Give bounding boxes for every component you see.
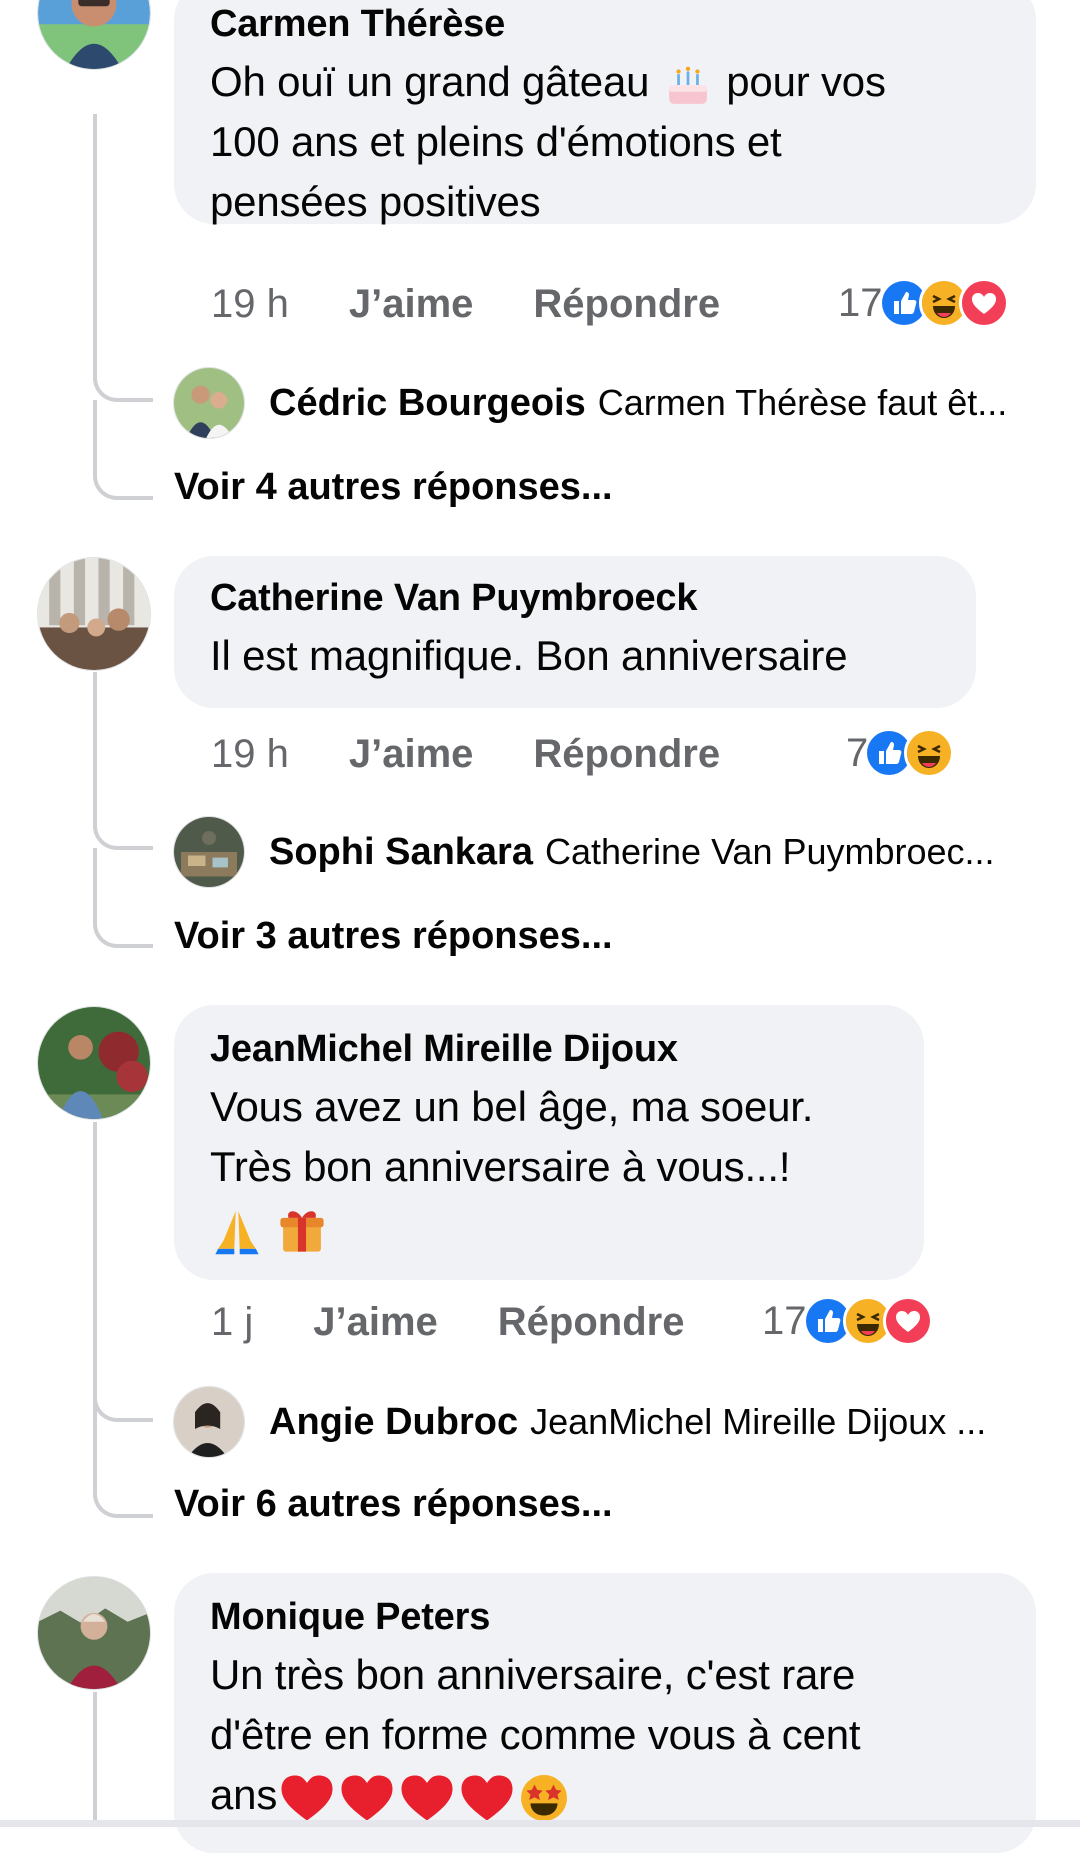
reply-button[interactable]: Répondre	[533, 282, 720, 327]
comment-text-line: Très bon anniversaire à vous...!	[210, 1143, 791, 1190]
reply-button[interactable]: Répondre	[533, 732, 720, 777]
reaction-count: 17	[762, 1298, 807, 1343]
reply-avatar[interactable]	[173, 816, 245, 888]
reply-text: JeanMichel Mireille Dijoux ...	[530, 1401, 987, 1442]
red-heart-icon	[277, 1771, 337, 1825]
comment-text-line: ans	[210, 1771, 278, 1818]
reply-author[interactable]: Angie Dubroc	[269, 1401, 518, 1444]
like-button[interactable]: J’aime	[313, 1300, 438, 1345]
view-more-replies[interactable]: Voir 4 autres réponses...	[174, 466, 613, 509]
red-heart-icon	[397, 1771, 457, 1825]
comment-text: Oh ouï un grand gâteau pour vos 100 ans …	[210, 52, 1000, 232]
comment-meta: 19 h J’aime Répondre	[211, 726, 720, 782]
bottom-edge	[0, 1820, 1080, 1827]
comment-bubble: Monique Peters Un très bon anniversaire,…	[174, 1573, 1036, 1853]
reply-text: Catherine Van Puymbroec...	[544, 831, 995, 872]
comment-text: Un très bon anniversaire, c'est rare d'ê…	[210, 1645, 1000, 1825]
reaction-summary[interactable]: 17	[762, 1296, 933, 1346]
reaction-summary[interactable]: 7	[846, 728, 955, 778]
thread-line	[93, 848, 97, 908]
comment-text-line: 100 ans et pleins d'émotions et	[210, 118, 782, 165]
comment-text-part: pour vos	[726, 58, 886, 105]
comment-text-line: d'être en forme comme vous à cent	[210, 1711, 861, 1758]
comment-text-line: Il est magnifique. Bon anniversaire	[210, 632, 848, 679]
like-button[interactable]: J’aime	[349, 732, 474, 777]
gift-icon	[275, 1203, 329, 1257]
comment-time[interactable]: 19 h	[211, 732, 289, 777]
star-struck-icon	[517, 1771, 571, 1825]
folded-hands-icon	[210, 1203, 264, 1257]
comment-bubble: Catherine Van Puymbroeck Il est magnifiq…	[174, 556, 976, 708]
reply-button[interactable]: Répondre	[498, 1300, 685, 1345]
reaction-count: 17	[838, 280, 883, 325]
avatar-jeanmichel-mireille-dijoux[interactable]	[37, 1006, 151, 1120]
thread-connector	[93, 810, 153, 850]
comment-text-line: pensées positives	[210, 178, 541, 225]
haha-reaction-icon	[904, 728, 955, 778]
comment-text-line: Un très bon anniversaire, c'est rare	[210, 1651, 856, 1698]
view-more-replies[interactable]: Voir 6 autres réponses...	[174, 1483, 613, 1526]
comment-author[interactable]: Catherine Van Puymbroeck	[210, 576, 940, 620]
comment-author[interactable]: JeanMichel Mireille Dijoux	[210, 1027, 888, 1071]
birthday-cake-icon	[661, 58, 715, 112]
reply-avatar[interactable]	[173, 1386, 245, 1458]
thread-connector	[93, 1382, 153, 1422]
thread-line	[93, 672, 97, 822]
reply-author[interactable]: Sophi Sankara	[269, 831, 533, 874]
thread-connector	[93, 908, 153, 948]
comment-time[interactable]: 1 j	[211, 1300, 253, 1345]
comment-time[interactable]: 19 h	[211, 282, 289, 327]
red-heart-icon	[337, 1771, 397, 1825]
avatar-catherine-van-puymbroeck[interactable]	[37, 557, 151, 671]
thread-line	[93, 1122, 97, 1422]
comment-meta: 1 j J’aime Répondre	[211, 1294, 684, 1350]
red-heart-icon	[457, 1771, 517, 1825]
comment-text: Vous avez un bel âge, ma soeur. Très bon…	[210, 1077, 888, 1257]
like-button[interactable]: J’aime	[349, 282, 474, 327]
thread-line	[93, 1418, 97, 1478]
thread-connector	[93, 460, 153, 500]
avatar-monique-peters[interactable]	[37, 1576, 151, 1690]
reaction-summary[interactable]: 17	[838, 278, 1009, 328]
avatar-carmen-therese[interactable]	[37, 0, 151, 70]
reply-text: Carmen Thérèse faut êt...	[597, 382, 1008, 423]
reply-avatar[interactable]	[173, 367, 245, 439]
view-more-replies[interactable]: Voir 3 autres réponses...	[174, 915, 613, 958]
love-reaction-icon	[882, 1296, 933, 1346]
reply-preview[interactable]: Angie Dubroc JeanMichel Mireille Dijoux …	[173, 1385, 1053, 1459]
comment-author[interactable]: Monique Peters	[210, 1595, 1000, 1639]
comment-meta: 19 h J’aime Répondre	[211, 276, 720, 332]
comment-bubble: Carmen Thérèse Oh ouï un grand gâteau po…	[174, 0, 1036, 225]
comment-text-part: Oh ouï un grand gâteau	[210, 58, 650, 105]
thread-connector	[93, 362, 153, 402]
reply-preview[interactable]: Sophi Sankara Catherine Van Puymbroec...	[173, 815, 1053, 889]
reply-preview[interactable]: Cédric Bourgeois Carmen Thérèse faut êt.…	[173, 366, 1053, 440]
comment-text-line: Vous avez un bel âge, ma soeur.	[210, 1083, 814, 1130]
comment-author[interactable]: Carmen Thérèse	[210, 2, 1000, 46]
thread-line	[93, 114, 97, 374]
thread-line	[93, 400, 97, 460]
reply-author[interactable]: Cédric Bourgeois	[269, 382, 586, 425]
comment-text: Il est magnifique. Bon anniversaire	[210, 626, 940, 686]
love-reaction-icon	[958, 278, 1009, 328]
thread-line	[93, 1692, 97, 1820]
comment-bubble: JeanMichel Mireille Dijoux Vous avez un …	[174, 1005, 924, 1280]
thread-connector	[93, 1478, 153, 1518]
